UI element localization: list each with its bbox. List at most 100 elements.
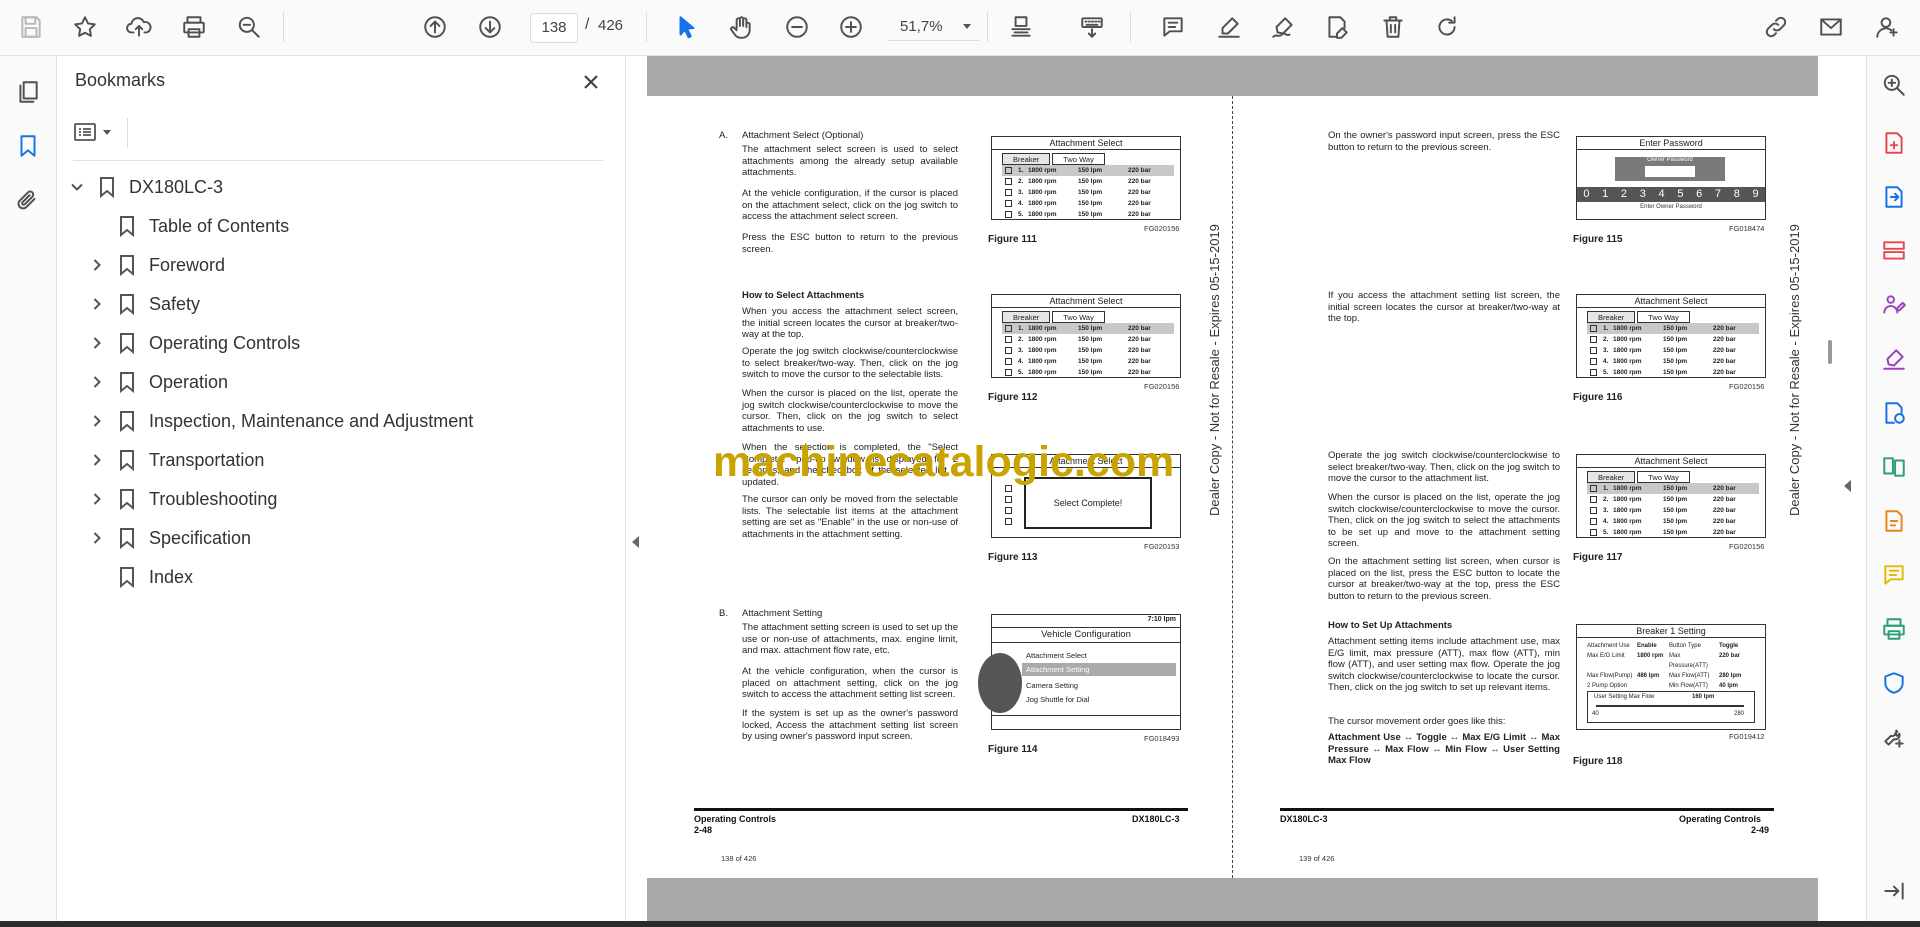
close-icon[interactable] xyxy=(577,68,605,96)
attachment-list: 1. 1800 rpm 150 lpm 220 bar 2. 1800 rpm 150 l… xyxy=(1002,323,1174,378)
upload-icon[interactable] xyxy=(120,8,158,46)
save-icon[interactable] xyxy=(12,8,50,46)
bookmark-item-troubleshooting[interactable]: Troubleshooting xyxy=(87,484,277,514)
bookmark-item-foreword[interactable]: Foreword xyxy=(87,250,225,280)
chevron-right-icon[interactable] xyxy=(87,450,107,470)
compare-files-icon[interactable] xyxy=(1877,450,1911,484)
section-title: Attachment Setting xyxy=(742,608,823,619)
bookmark-item-table-of-contents[interactable]: Table of Contents xyxy=(87,211,289,241)
chevron-right-icon[interactable] xyxy=(87,528,107,548)
tab-breaker: Breaker xyxy=(1587,471,1636,483)
scrollbar-thumb[interactable] xyxy=(1828,340,1832,364)
list-item: 4. 1800 rpm 150 lpm 220 bar xyxy=(1002,356,1174,367)
footer-section: Operating Controls xyxy=(694,814,777,824)
account-icon[interactable] xyxy=(1868,8,1906,46)
sign-icon[interactable] xyxy=(1264,8,1302,46)
chevron-right-icon[interactable] xyxy=(87,411,107,431)
organize-pages-icon[interactable] xyxy=(1877,234,1911,268)
checkbox-icon xyxy=(1005,507,1012,514)
paragraph: The cursor movement order goes like this… xyxy=(1328,716,1506,727)
row-flow: 150 lpm xyxy=(1078,347,1103,354)
more-tools-icon[interactable] xyxy=(1877,720,1911,754)
row-number: 4. xyxy=(1018,358,1024,365)
figure-caption: Figure 112 xyxy=(988,392,1038,403)
delete-icon[interactable] xyxy=(1374,8,1412,46)
row-flow: 150 lpm xyxy=(1663,347,1688,354)
rotate-icon[interactable] xyxy=(1428,8,1466,46)
request-signatures-icon[interactable] xyxy=(1877,288,1911,322)
footer-model: DX180LC-3 xyxy=(1132,814,1180,824)
fit-page-icon[interactable] xyxy=(1002,8,1040,46)
chevron-right-icon[interactable] xyxy=(87,294,107,314)
zoom-out-icon[interactable] xyxy=(778,8,816,46)
chevron-right-icon[interactable] xyxy=(87,489,107,509)
page-thumbnails-icon[interactable] xyxy=(8,72,48,112)
page-up-icon[interactable] xyxy=(416,8,454,46)
print-icon[interactable] xyxy=(175,8,213,46)
figure-caption: Figure 114 xyxy=(988,744,1038,755)
panel-collapse-handle[interactable] xyxy=(626,56,646,922)
keyboard-scroll-icon[interactable] xyxy=(1073,8,1111,46)
row-rpm: 1800 rpm xyxy=(1028,167,1057,174)
chevron-down-icon[interactable] xyxy=(67,177,87,197)
bookmark-root[interactable]: DX180LC-3 xyxy=(67,172,223,202)
footer-section: Operating Controls xyxy=(1679,814,1762,824)
export-pdf-icon[interactable] xyxy=(1877,180,1911,214)
zoom-search-icon[interactable] xyxy=(230,8,268,46)
chevron-down-icon[interactable] xyxy=(963,24,971,29)
left-navigation-rail xyxy=(0,56,57,922)
checkbox-icon xyxy=(1590,529,1597,536)
edit-text-icon[interactable] xyxy=(1318,8,1356,46)
row-rpm: 1800 rpm xyxy=(1613,369,1642,376)
setting-label: Max Pressure(ATT) xyxy=(1669,653,1708,669)
create-pdf-icon[interactable] xyxy=(1877,126,1911,160)
list-item: 5. 1800 rpm 150 lpm 220 bar xyxy=(1002,367,1174,378)
chevron-right-icon[interactable] xyxy=(87,333,107,353)
bookmark-item-safety[interactable]: Safety xyxy=(87,289,200,319)
zoom-search-icon[interactable] xyxy=(1877,68,1911,102)
password-hint: Enter Owner Password xyxy=(1640,204,1702,210)
document-view[interactable]: A. Attachment Select (Optional) The atta… xyxy=(647,56,1818,922)
tab-row: Breaker Two Way xyxy=(1002,153,1107,165)
chevron-right-icon[interactable] xyxy=(87,372,107,392)
row-pressure: 220 bar xyxy=(1128,325,1151,332)
checkbox-icon xyxy=(1590,325,1597,332)
bookmark-item-inspection[interactable]: Inspection, Maintenance and Adjustment xyxy=(87,406,473,436)
bookmark-item-index[interactable]: Index xyxy=(87,562,193,592)
row-pressure: 220 bar xyxy=(1713,496,1736,503)
bookmark-options-button[interactable] xyxy=(73,118,123,146)
bookmark-item-transportation[interactable]: Transportation xyxy=(87,445,264,475)
page-down-icon[interactable] xyxy=(471,8,509,46)
edit-pdf-icon[interactable] xyxy=(1877,504,1911,538)
figure-title: Attachment Select xyxy=(1577,295,1765,308)
page-number-input[interactable]: 138 xyxy=(530,13,578,43)
bookmark-item-specification[interactable]: Specification xyxy=(87,523,251,553)
comment-icon[interactable] xyxy=(1154,8,1192,46)
row-number: 1. xyxy=(1018,167,1024,174)
collapse-tools-icon[interactable] xyxy=(1877,874,1911,908)
bookmark-item-operation[interactable]: Operation xyxy=(87,367,228,397)
send-for-review-icon[interactable] xyxy=(1877,396,1911,430)
bookmarks-icon[interactable] xyxy=(8,126,48,166)
scan-ocr-icon[interactable] xyxy=(1877,612,1911,646)
section-title: Attachment Select (Optional) xyxy=(742,130,864,141)
fill-sign-icon[interactable] xyxy=(1877,342,1911,376)
share-link-icon[interactable] xyxy=(1757,8,1795,46)
row-flow: 150 lpm xyxy=(1663,485,1688,492)
attachments-icon[interactable] xyxy=(8,180,48,220)
collapse-left-icon[interactable] xyxy=(632,536,639,548)
email-icon[interactable] xyxy=(1812,8,1850,46)
chevron-right-icon[interactable] xyxy=(87,255,107,275)
protect-icon[interactable] xyxy=(1877,666,1911,700)
star-icon[interactable] xyxy=(66,8,104,46)
bookmark-item-operating-controls[interactable]: Operating Controls xyxy=(87,328,300,358)
expand-tools-icon[interactable] xyxy=(1844,480,1851,492)
hand-icon[interactable] xyxy=(722,8,760,46)
comment-tool-icon[interactable] xyxy=(1877,558,1911,592)
list-item: 2. 1800 rpm 150 lpm 220 bar xyxy=(1002,334,1174,345)
row-flow: 150 lpm xyxy=(1078,336,1103,343)
zoom-in-icon[interactable] xyxy=(832,8,870,46)
highlight-icon[interactable] xyxy=(1210,8,1248,46)
select-cursor-icon[interactable] xyxy=(668,8,706,46)
figure-caption: Figure 118 xyxy=(1573,756,1623,767)
